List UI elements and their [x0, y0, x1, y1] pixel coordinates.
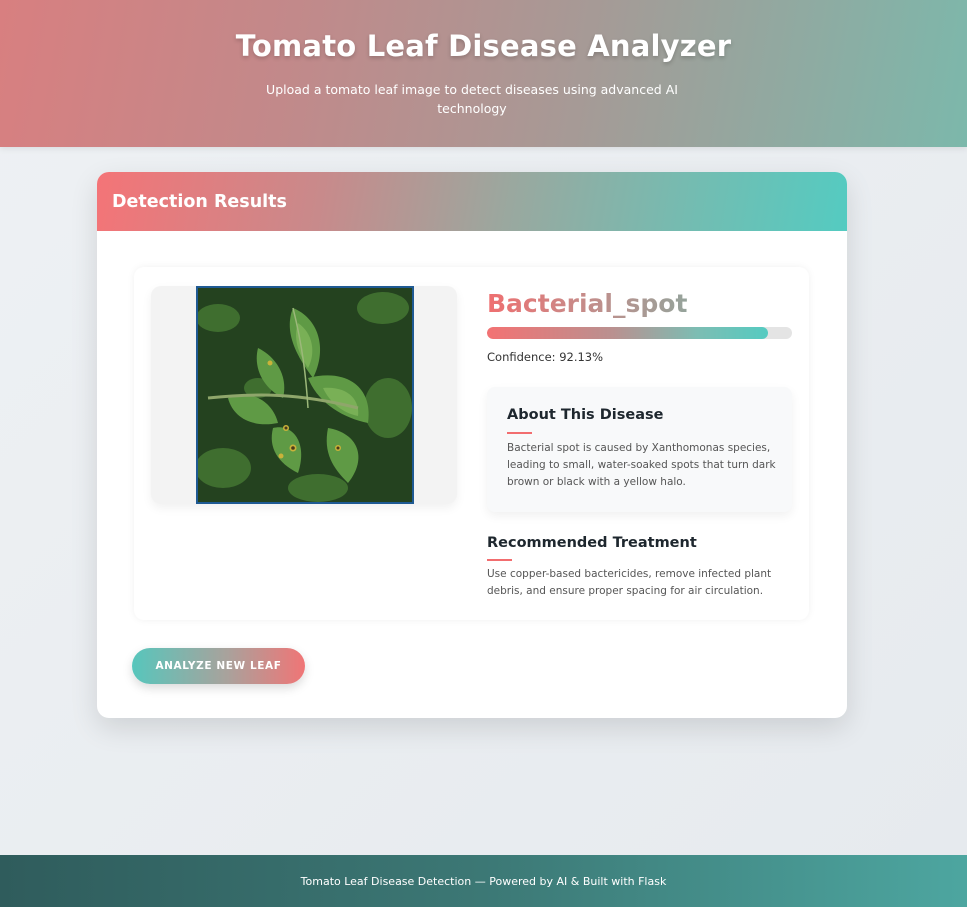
about-title: About This Disease: [507, 407, 664, 423]
confidence-label: Confidence: 92.13%: [487, 350, 604, 364]
image-container: [151, 286, 457, 504]
confidence-bar-fill: [487, 327, 768, 339]
confidence-bar: [487, 327, 792, 339]
card-header: Detection Results: [97, 172, 847, 231]
page-subtitle: Upload a tomato leaf image to detect dis…: [266, 82, 678, 116]
about-text: Bacterial spot is caused by Xanthomonas …: [507, 442, 776, 488]
about-disease-box: About This Disease Bacterial spot is cau…: [487, 387, 792, 512]
result-panel: Bacterial_spot Confidence: 92.13% About …: [134, 267, 809, 620]
treatment-title: Recommended Treatment: [487, 535, 697, 551]
analyze-new-leaf-button[interactable]: ANALYZE NEW LEAF: [132, 648, 305, 684]
treatment-title-underline: [487, 559, 512, 561]
footer-text: Tomato Leaf Disease Detection — Powered …: [300, 874, 667, 888]
about-title-underline: [507, 432, 532, 434]
page-footer: Tomato Leaf Disease Detection — Powered …: [0, 855, 967, 907]
treatment-text: Use copper-based bactericides, remove in…: [487, 568, 772, 597]
results-card: Detection Results Bacterial_spot Confide…: [97, 172, 847, 718]
disease-name: Bacterial_spot: [487, 289, 688, 318]
card-title: Detection Results: [112, 191, 287, 212]
uploaded-leaf-image: [196, 286, 414, 504]
page-title: Tomato Leaf Disease Analyzer: [235, 29, 732, 63]
page-header: Tomato Leaf Disease Analyzer Upload a to…: [0, 0, 967, 147]
